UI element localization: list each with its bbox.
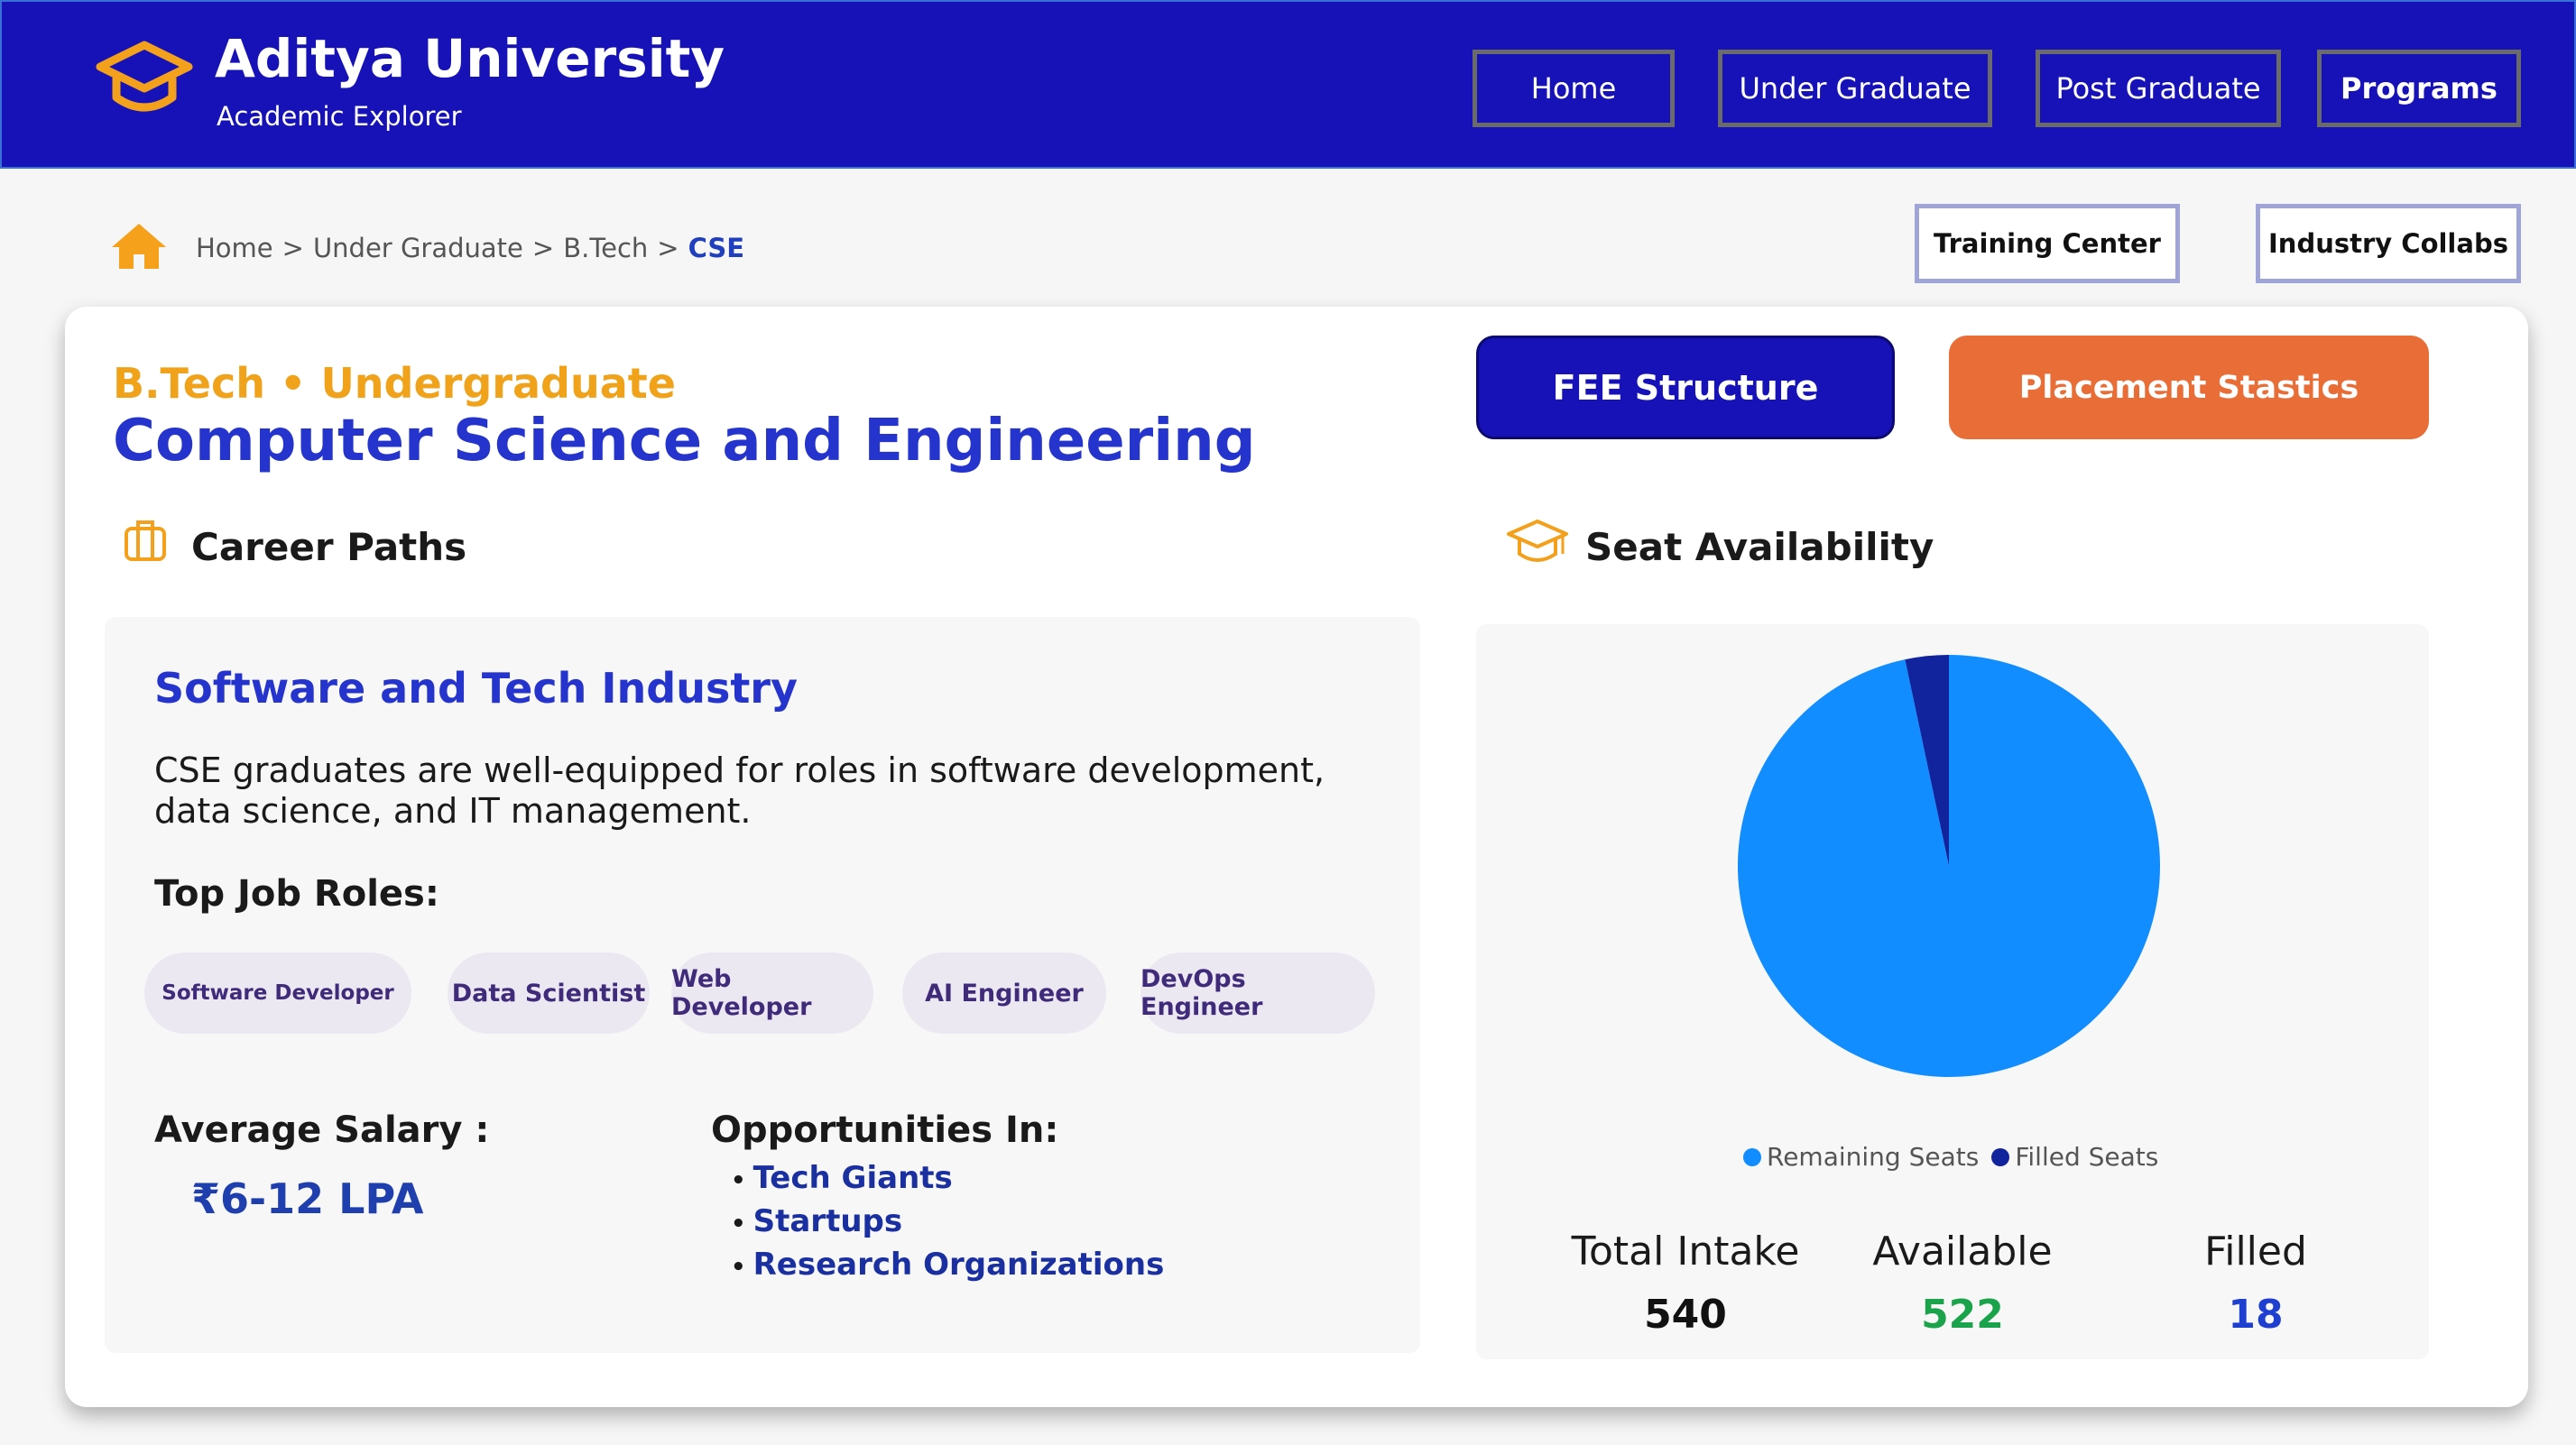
total-intake-label: Total Intake	[1571, 1229, 1800, 1275]
top-job-roles-heading: Top Job Roles:	[154, 873, 439, 915]
industry-description: CSE graduates are well-equipped for role…	[154, 750, 1325, 831]
filled-value: 18	[2228, 1292, 2284, 1338]
average-salary-value: ₹6-12 LPA	[191, 1174, 424, 1223]
nav-post-graduate-button[interactable]: Post Graduate	[2036, 50, 2281, 127]
training-center-button[interactable]: Training Center	[1915, 204, 2180, 283]
legend-label: Filled Seats	[2015, 1142, 2159, 1172]
role-chip: Software Developer	[144, 953, 411, 1034]
nav-under-graduate-button[interactable]: Under Graduate	[1718, 50, 1992, 127]
industry-title: Software and Tech Industry	[154, 664, 798, 713]
role-chip: DevOps Engineer	[1140, 953, 1375, 1034]
average-salary-label: Average Salary :	[154, 1109, 490, 1151]
career-paths-heading: Career Paths	[191, 525, 467, 569]
nav-programs-button[interactable]: Programs	[2317, 50, 2521, 127]
breadcrumb-home[interactable]: Home	[196, 233, 273, 263]
opportunity-item: • Startups	[731, 1203, 903, 1239]
seat-availability-heading: Seat Availability	[1585, 525, 1934, 569]
opportunities-heading: Opportunities In:	[711, 1109, 1059, 1151]
available-value: 522	[1921, 1292, 2004, 1338]
breadcrumb-current: CSE	[688, 233, 745, 263]
briefcase-icon	[125, 520, 166, 561]
brand-subtitle: Academic Explorer	[217, 101, 462, 132]
breadcrumb-btech[interactable]: B.Tech	[563, 233, 648, 263]
legend-item-filled: Filled Seats	[1991, 1142, 2158, 1172]
legend-item-remaining: Remaining Seats	[1743, 1142, 1979, 1172]
total-intake-value: 540	[1644, 1292, 1727, 1338]
chart-legend: Remaining Seats Filled Seats	[1743, 1142, 2158, 1172]
graduation-cap-icon	[1507, 520, 1568, 562]
legend-dot	[1991, 1147, 2010, 1166]
fee-structure-button[interactable]: FEE Structure	[1476, 336, 1895, 439]
breadcrumb-separator: >	[282, 233, 304, 263]
home-icon[interactable]	[108, 220, 170, 271]
brand-title: Aditya University	[215, 28, 725, 89]
legend-label: Remaining Seats	[1767, 1142, 1980, 1172]
available-label: Available	[1872, 1229, 2053, 1275]
program-eyebrow: B.Tech • Undergraduate	[113, 359, 676, 408]
industry-collabs-button[interactable]: Industry Collabs	[2256, 204, 2521, 283]
nav-home-button[interactable]: Home	[1473, 50, 1675, 127]
breadcrumb-separator: >	[531, 233, 555, 263]
legend-dot	[1743, 1147, 1761, 1166]
placement-statistics-button[interactable]: Placement Stastics	[1949, 336, 2429, 439]
breadcrumb: Home > Under Graduate > B.Tech > CSE	[196, 233, 744, 263]
page-title: Computer Science and Engineering	[113, 408, 1256, 474]
breadcrumb-separator: >	[657, 233, 679, 263]
opportunity-item: • Research Organizations	[731, 1247, 1165, 1283]
opportunity-item: • Tech Giants	[731, 1160, 953, 1196]
breadcrumb-under-graduate[interactable]: Under Graduate	[313, 233, 523, 263]
graduation-cap-icon	[96, 41, 193, 112]
seat-pie-chart	[1738, 655, 2160, 1077]
role-chip: Data Scientist	[448, 953, 650, 1034]
filled-label: Filled	[2204, 1229, 2307, 1275]
role-chip: AI Engineer	[902, 953, 1106, 1034]
role-chip: Web Developer	[671, 953, 873, 1034]
